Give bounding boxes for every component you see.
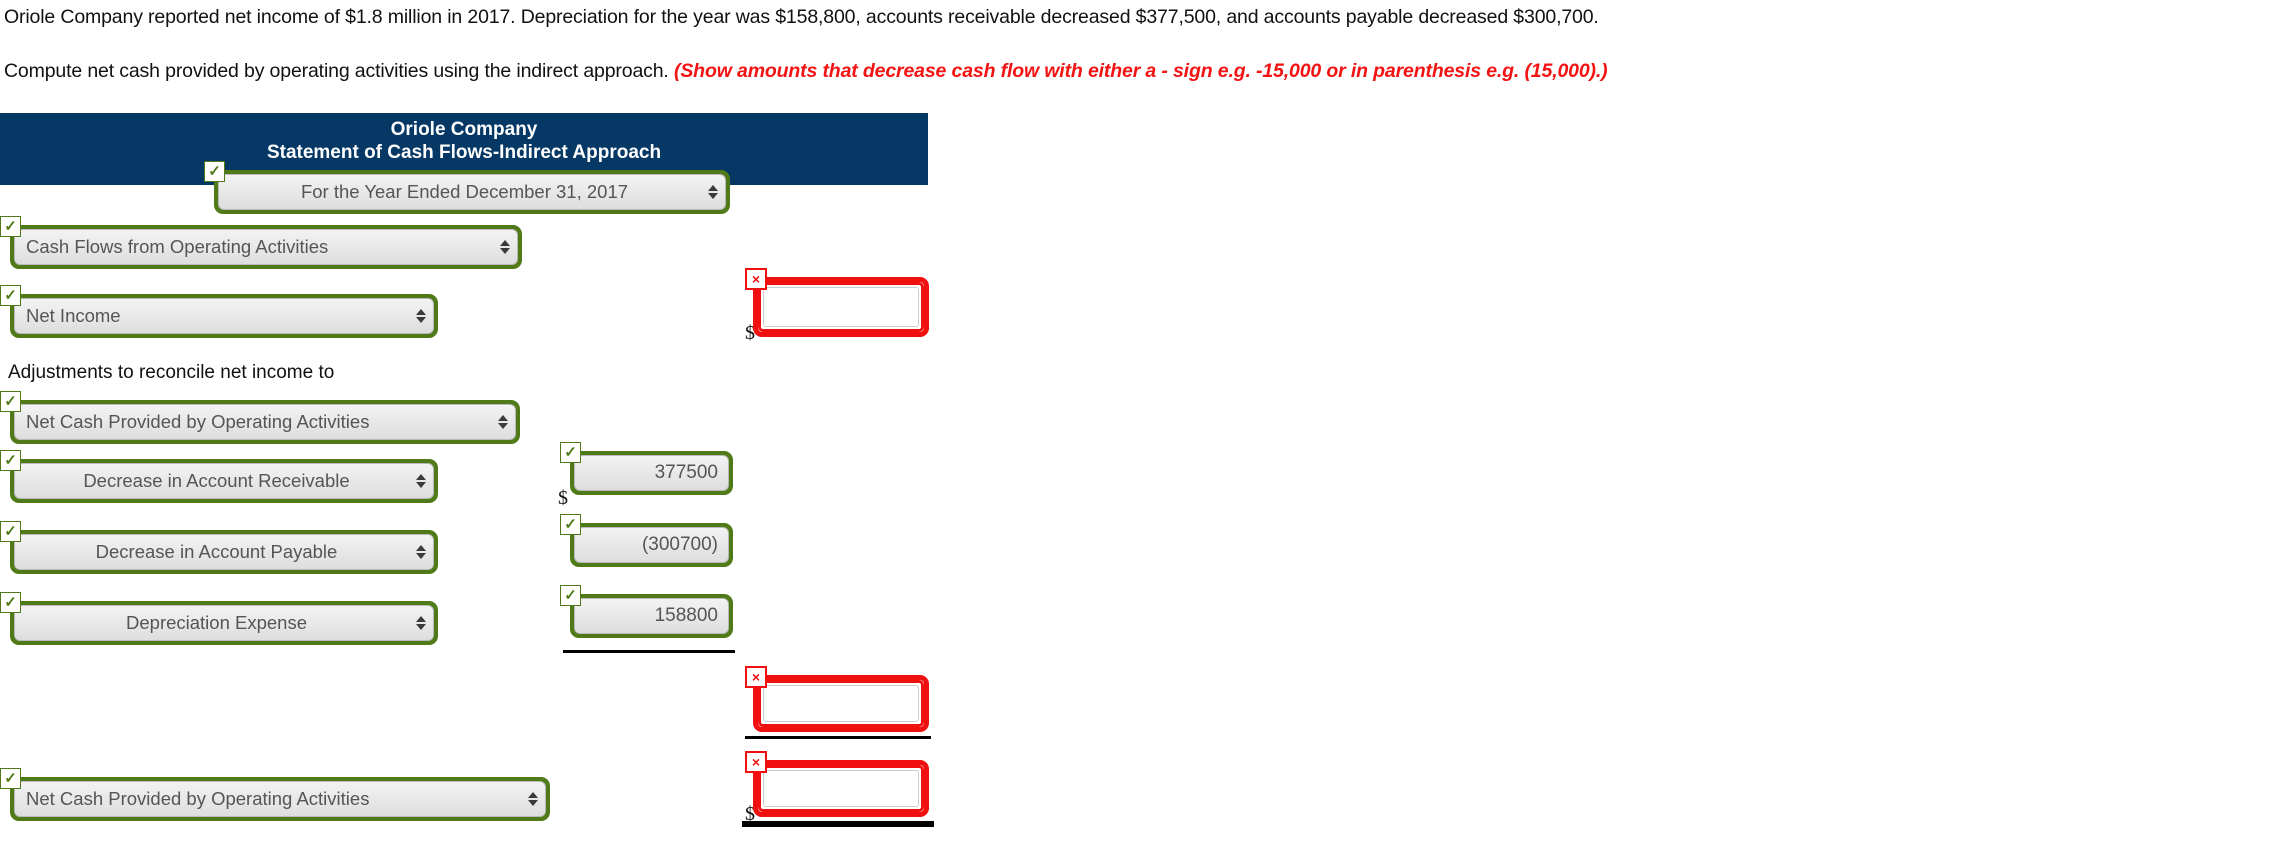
adjustment-account-label: Decrease in Account Payable <box>95 541 338 562</box>
problem-statement-line-1: Oriole Company reported net income of $1… <box>4 6 1599 28</box>
adjustment-account-label: Decrease in Account Receivable <box>83 470 350 491</box>
valid-check-icon: ✓ <box>0 521 21 542</box>
valid-check-icon: ✓ <box>0 450 21 471</box>
chevron-updown-icon[interactable] <box>707 179 719 205</box>
adjustment-account-select[interactable]: ✓ Decrease in Account Receivable <box>0 450 438 503</box>
invalid-x-icon: × <box>745 666 767 688</box>
invalid-x-icon: × <box>745 268 767 290</box>
chevron-updown-icon[interactable] <box>415 610 427 636</box>
adjustment-amount-value[interactable]: (300700) <box>642 534 718 556</box>
adjustments-label: Adjustments to reconcile net income to <box>8 362 335 383</box>
invalid-x-icon: × <box>745 751 767 773</box>
adjustment-amount-input[interactable]: ✓ 158800 <box>560 585 733 638</box>
net-cash-total-select-label: Net Cash Provided by Operating Activitie… <box>26 788 370 809</box>
adjustment-amount-value[interactable]: 158800 <box>655 605 718 627</box>
adjustments-subtotal-input[interactable]: × <box>745 666 929 732</box>
adjustment-amount-value[interactable]: 377500 <box>655 462 718 484</box>
valid-check-icon: ✓ <box>0 216 21 237</box>
net-cash-total-value[interactable] <box>763 770 919 807</box>
chevron-updown-icon[interactable] <box>497 409 509 435</box>
adjustments-target-select[interactable]: ✓ Net Cash Provided by Operating Activit… <box>0 391 520 444</box>
adjustment-amount-input[interactable]: ✓ (300700) <box>560 514 733 567</box>
net-cash-total-select[interactable]: ✓ Net Cash Provided by Operating Activit… <box>0 768 550 821</box>
adjustment-account-select[interactable]: ✓ Decrease in Account Payable <box>0 521 438 574</box>
subtotal-rule <box>745 736 931 739</box>
adjustment-account-select[interactable]: ✓ Depreciation Expense <box>0 592 438 645</box>
section-select-label: Cash Flows from Operating Activities <box>26 236 329 257</box>
valid-check-icon: ✓ <box>0 391 21 412</box>
chevron-updown-icon[interactable] <box>415 303 427 329</box>
chevron-updown-icon[interactable] <box>415 539 427 565</box>
valid-check-icon: ✓ <box>0 768 21 789</box>
adjustment-amount-input[interactable]: ✓ 377500 <box>560 442 733 495</box>
valid-check-icon: ✓ <box>0 285 21 306</box>
currency-symbol: $ <box>558 487 568 509</box>
adjustments-target-select-label: Net Cash Provided by Operating Activitie… <box>26 411 370 432</box>
net-cash-total-input[interactable]: × <box>745 751 929 817</box>
net-income-select[interactable]: ✓ Net Income <box>0 285 438 338</box>
net-income-amount-input[interactable]: × <box>745 268 929 337</box>
valid-check-icon: ✓ <box>560 442 581 463</box>
net-income-amount-value[interactable] <box>763 287 919 327</box>
statement-title: Statement of Cash Flows-Indirect Approac… <box>266 142 662 163</box>
valid-check-icon: ✓ <box>560 585 581 606</box>
problem-instruction-text: Compute net cash provided by operating a… <box>4 60 669 82</box>
chevron-updown-icon[interactable] <box>415 468 427 494</box>
problem-statement-line-2: Compute net cash provided by operating a… <box>4 60 1608 83</box>
period-select[interactable]: ✓ For the Year Ended December 31, 2017 <box>204 161 730 214</box>
cash-flow-statement-worksheet: Oriole Company reported net income of $1… <box>0 0 2276 860</box>
valid-check-icon: ✓ <box>0 592 21 613</box>
chevron-updown-icon[interactable] <box>499 234 511 260</box>
valid-check-icon: ✓ <box>204 161 225 182</box>
section-select[interactable]: ✓ Cash Flows from Operating Activities <box>0 216 522 269</box>
adjustment-account-label: Depreciation Expense <box>126 612 307 633</box>
valid-check-icon: ✓ <box>560 514 581 535</box>
period-select-label: For the Year Ended December 31, 2017 <box>300 181 629 202</box>
problem-instruction-note: (Show amounts that decrease cash flow wi… <box>673 60 1608 82</box>
net-income-select-label: Net Income <box>26 305 121 326</box>
chevron-updown-icon[interactable] <box>527 786 539 812</box>
adjustments-subtotal-rule <box>563 650 735 653</box>
company-name: Oriole Company <box>390 119 538 140</box>
adjustments-subtotal-value[interactable] <box>763 685 919 722</box>
grand-total-rule <box>742 821 934 827</box>
